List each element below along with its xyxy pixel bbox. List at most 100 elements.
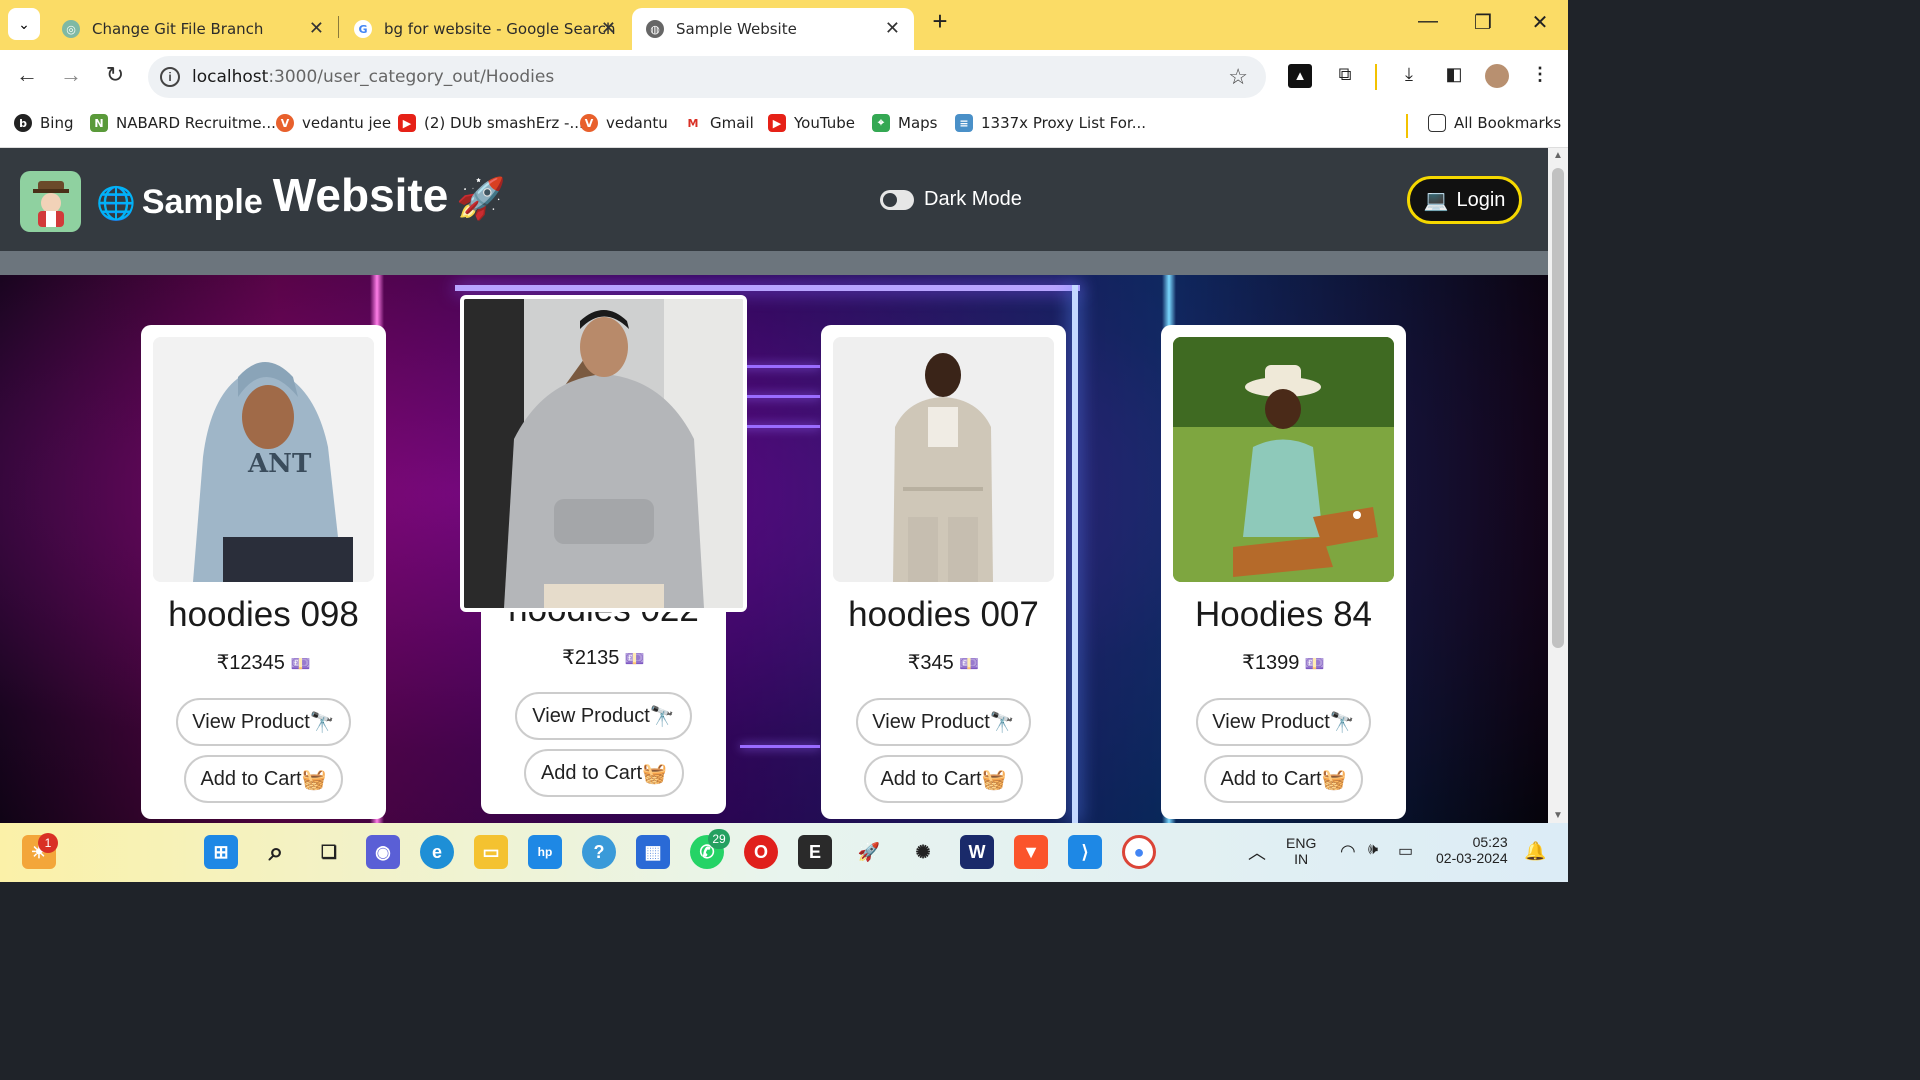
chatgpt-icon[interactable]: ✺	[906, 835, 940, 869]
add-to-cart-button[interactable]: Add to Cart 🧺	[524, 749, 684, 797]
reload-icon[interactable]: ↻	[100, 62, 130, 88]
bookmark-label: vedantu	[606, 114, 668, 132]
google-icon: G	[354, 20, 372, 38]
button-label: View Product	[192, 710, 310, 733]
extensions-puzzle-icon[interactable]: ⧉	[1333, 64, 1357, 88]
product-card[interactable]: Hoodies 84 ₹1399 💷 View Product 🔭 Add to …	[1161, 325, 1406, 819]
url-text[interactable]: localhost:3000/user_category_out/Hoodies	[192, 67, 554, 87]
rocket-app-icon[interactable]: 🚀	[852, 835, 886, 869]
add-to-cart-button[interactable]: Add to Cart 🧺	[864, 755, 1023, 803]
bookmark-dub-smasherz[interactable]: ▶ (2) DUb smashErz -...	[398, 114, 584, 132]
myhp-icon[interactable]: hp	[528, 835, 562, 869]
toggle-switch[interactable]	[880, 189, 914, 210]
maps-icon: ⌖	[872, 114, 890, 132]
show-hidden-icons-icon[interactable]: ︿	[1248, 839, 1266, 865]
neon-line	[1072, 285, 1078, 823]
windows-start-icon[interactable]: ⊞	[204, 835, 238, 869]
epic-games-icon[interactable]: E	[798, 835, 832, 869]
opera-icon[interactable]: O	[744, 835, 778, 869]
tab-google-search[interactable]: G bg for website - Google Search ✕	[340, 8, 630, 50]
language-indicator[interactable]: ENG IN	[1286, 835, 1316, 867]
chrome-icon[interactable]: ●	[1122, 835, 1156, 869]
teams-chat-icon[interactable]: ◉	[366, 835, 400, 869]
all-bookmarks-button[interactable]: All Bookmarks	[1428, 114, 1561, 132]
notification-badge: 1	[38, 833, 58, 853]
site-logo[interactable]	[20, 171, 81, 232]
side-panel-icon[interactable]: ◧	[1442, 64, 1466, 88]
clock-date: 02-03-2024	[1436, 850, 1508, 866]
close-icon[interactable]: ✕	[309, 18, 324, 39]
bookmark-gmail[interactable]: M Gmail	[684, 114, 754, 132]
tab-search-button[interactable]: ⌄	[8, 8, 40, 40]
header-strip	[0, 251, 1548, 275]
scroll-down-icon[interactable]: ▼	[1553, 810, 1563, 821]
address-bar[interactable]: i localhost:3000/user_category_out/Hoodi…	[148, 56, 1266, 98]
task-view-icon[interactable]: ❏	[312, 835, 346, 869]
button-label: Add to Cart	[880, 767, 982, 790]
neon-line	[740, 745, 820, 748]
view-product-button[interactable]: View Product 🔭	[1196, 698, 1371, 746]
add-to-cart-button[interactable]: Add to Cart 🧺	[184, 755, 343, 803]
page-scrollbar[interactable]: ▲ ▼	[1548, 148, 1568, 823]
nabard-icon: N	[90, 114, 108, 132]
product-card[interactable]: hoodies 007 ₹345 💷 View Product 🔭 Add to …	[821, 325, 1066, 819]
tab-git-branch[interactable]: ◎ Change Git File Branch ✕	[48, 8, 338, 50]
vscode-icon[interactable]: ⟩	[1068, 835, 1102, 869]
bookmark-maps[interactable]: ⌖ Maps	[872, 114, 937, 132]
volume-icon[interactable]: 🕪	[1368, 841, 1378, 859]
bookmark-vedantu[interactable]: Vvedantu	[580, 114, 668, 132]
window-close-button[interactable]: ✕	[1520, 10, 1560, 35]
search-icon[interactable]: ⌕	[259, 835, 293, 869]
close-icon[interactable]: ✕	[601, 18, 616, 39]
product-image[interactable]	[833, 337, 1054, 582]
video-app-icon[interactable]: W	[960, 835, 994, 869]
back-icon[interactable]: ←	[12, 62, 42, 88]
minimize-button[interactable]: —	[1408, 10, 1448, 33]
bookmark-youtube[interactable]: ▶ YouTube	[768, 114, 855, 132]
dark-mode-toggle[interactable]: Dark Mode	[880, 188, 1022, 211]
product-image-enlarged[interactable]	[460, 295, 747, 612]
restore-button[interactable]: ❐	[1463, 10, 1503, 35]
product-price: ₹345 💷	[821, 650, 1066, 675]
view-product-button[interactable]: View Product 🔭	[176, 698, 351, 746]
bookmark-star-icon[interactable]: ☆	[1228, 64, 1248, 90]
clock[interactable]: 05:23 02-03-2024	[1436, 834, 1508, 866]
help-icon[interactable]: ?	[582, 835, 616, 869]
download-icon[interactable]: ⤓	[1397, 64, 1421, 88]
view-product-button[interactable]: View Product 🔭	[515, 692, 692, 740]
notification-bell-icon[interactable]: 🔔	[1524, 841, 1546, 862]
forward-icon[interactable]: →	[56, 62, 86, 88]
store-icon[interactable]: ▦	[636, 835, 670, 869]
close-icon[interactable]: ✕	[885, 18, 900, 39]
bookmark-label: Gmail	[710, 114, 754, 132]
add-to-cart-button[interactable]: Add to Cart 🧺	[1204, 755, 1363, 803]
battery-icon[interactable]: ▭	[1398, 841, 1413, 861]
file-explorer-icon[interactable]: ▭	[474, 835, 508, 869]
extension-icon[interactable]: ▲	[1288, 64, 1312, 88]
money-icon: 💷	[624, 651, 645, 668]
new-tab-button[interactable]: +	[920, 6, 960, 37]
product-image[interactable]	[1173, 337, 1394, 582]
view-product-button[interactable]: View Product 🔭	[856, 698, 1031, 746]
bookmark-bing[interactable]: b Bing	[14, 114, 74, 132]
product-card[interactable]: ANT hoodies 098 ₹12345 💷 View Product 🔭 A…	[141, 325, 386, 819]
tab-sample-website[interactable]: ◍ Sample Website ✕	[632, 8, 914, 50]
product-image[interactable]: ANT	[153, 337, 374, 582]
edge-icon[interactable]: e	[420, 835, 454, 869]
bookmark-1337x[interactable]: ≡ 1337x Proxy List For...	[955, 114, 1146, 132]
profile-avatar[interactable]	[1485, 64, 1509, 88]
wifi-icon[interactable]: ◠	[1340, 841, 1356, 862]
folder-icon	[1428, 114, 1446, 132]
site-brand[interactable]: 🌐 Sample Website 🚀	[96, 168, 506, 222]
site-info-icon[interactable]: i	[160, 67, 180, 87]
brave-icon[interactable]: ▼	[1014, 835, 1048, 869]
button-label: View Product	[1212, 710, 1330, 733]
bookmark-vedantu-jee[interactable]: Vvedantu jee	[276, 114, 391, 132]
scroll-thumb[interactable]	[1552, 168, 1564, 648]
money-icon: 💷	[290, 656, 311, 673]
menu-kebab-icon[interactable]: ⋮	[1528, 64, 1552, 88]
scroll-up-icon[interactable]: ▲	[1553, 150, 1563, 161]
bookmark-label: Bing	[40, 114, 74, 132]
bookmark-nabard[interactable]: N NABARD Recruitme...	[90, 114, 276, 132]
login-button[interactable]: 💻 Login	[1407, 176, 1522, 224]
